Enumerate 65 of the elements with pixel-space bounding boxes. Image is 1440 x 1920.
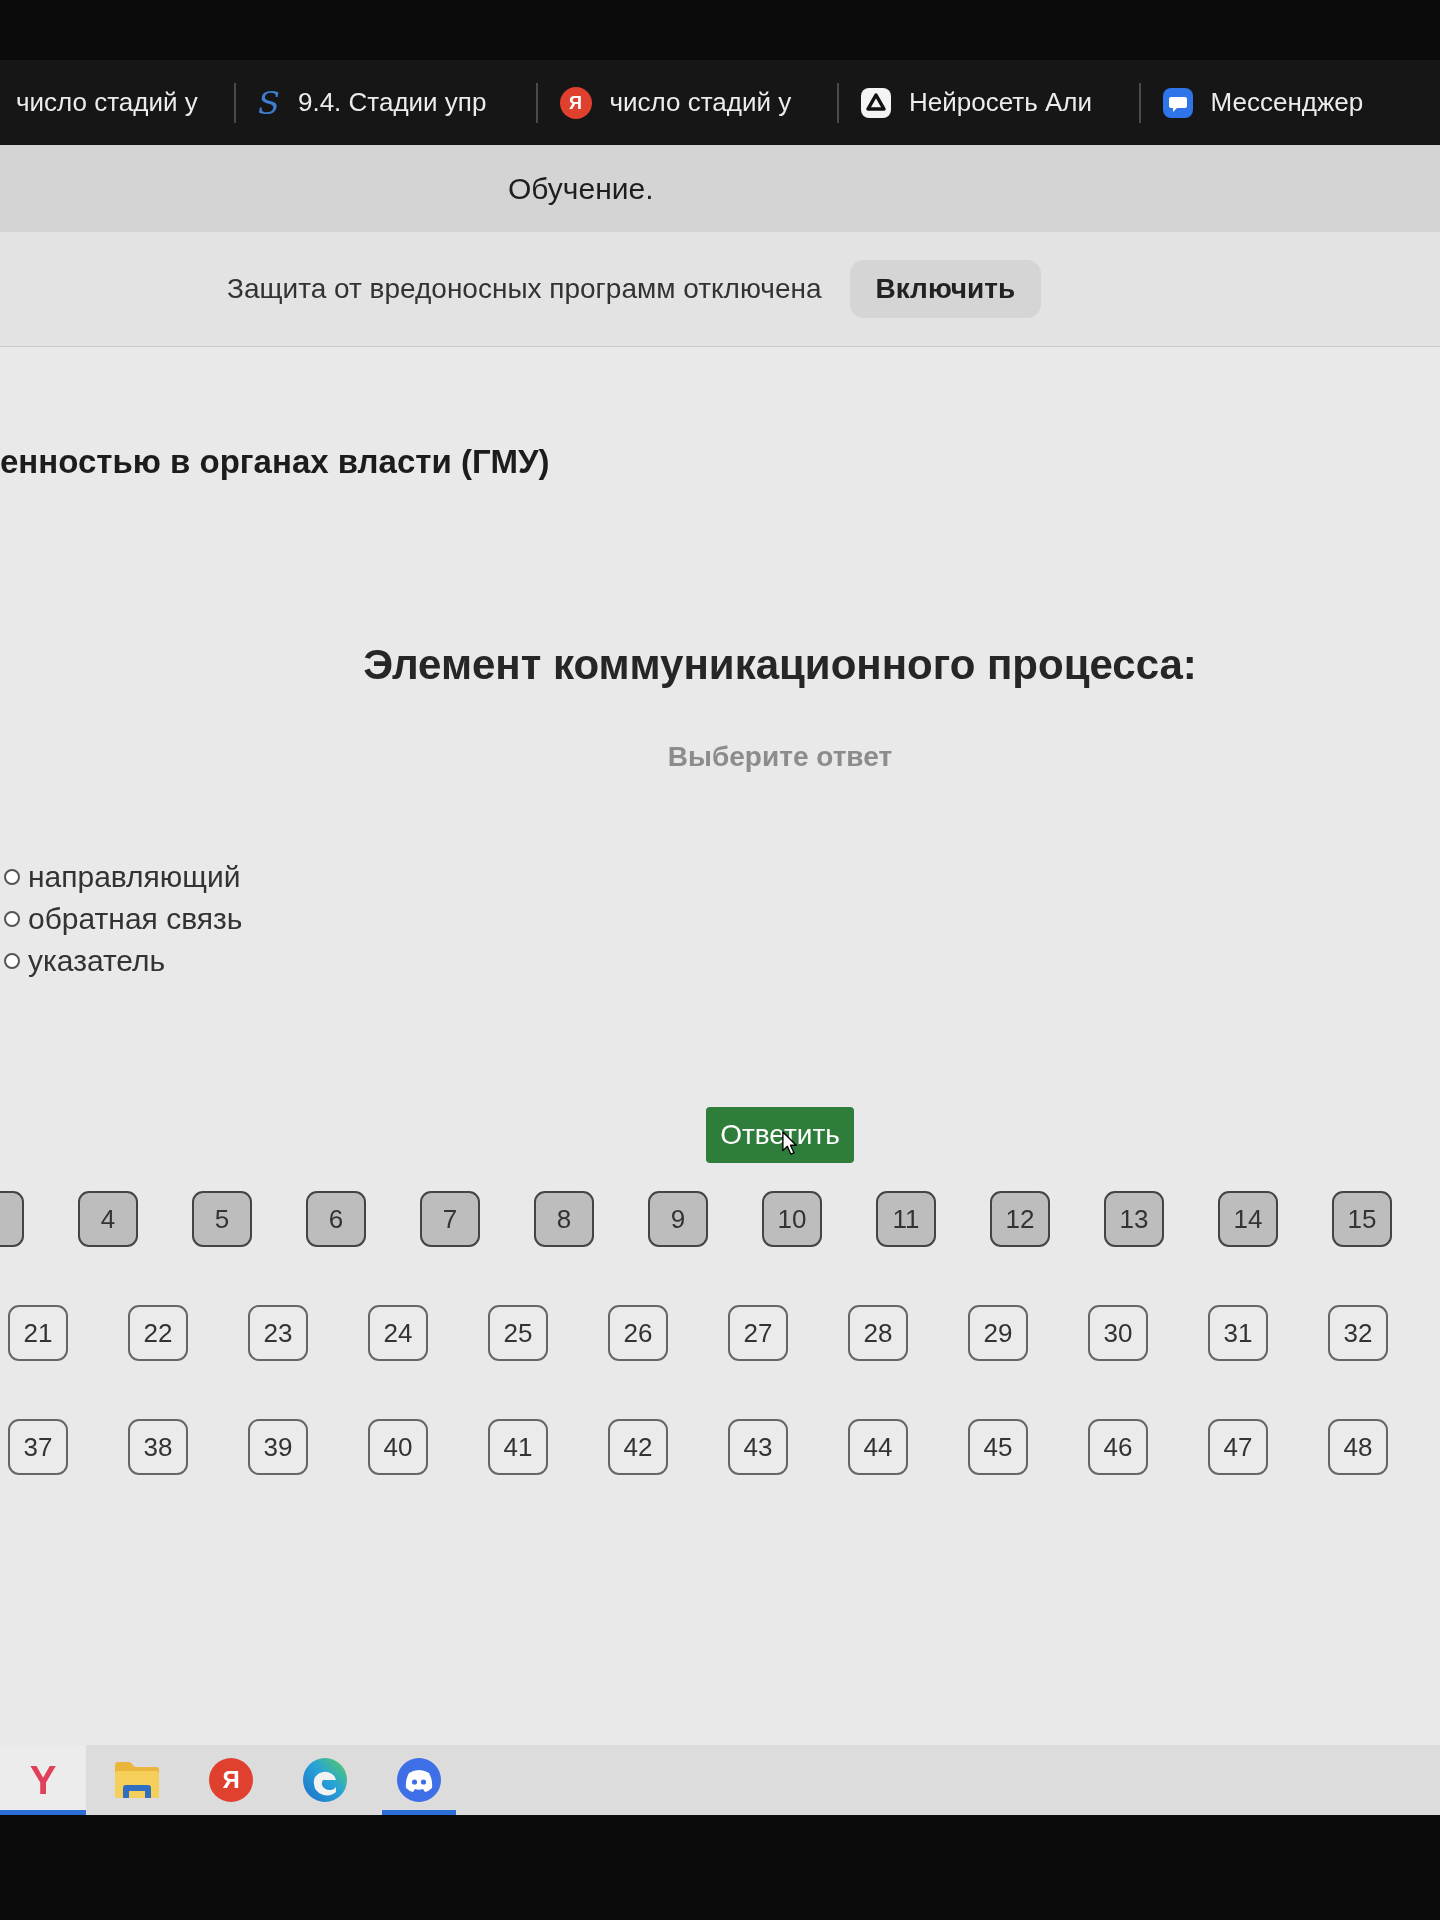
answer-option[interactable]: указатель bbox=[4, 943, 166, 979]
browser-tab[interactable]: S 9.4. Стадии упр bbox=[236, 69, 536, 136]
answer-option[interactable]: обратная связь bbox=[4, 901, 243, 937]
question-number-button[interactable]: 23 bbox=[248, 1305, 308, 1361]
question-number-button[interactable]: 27 bbox=[728, 1305, 788, 1361]
question-number-button[interactable]: 7 bbox=[420, 1191, 480, 1247]
question-number-button[interactable]: 41 bbox=[488, 1419, 548, 1475]
instruction-text: Выберите ответ bbox=[667, 741, 893, 773]
question-number-button[interactable]: 42 bbox=[608, 1419, 668, 1475]
question-number-button[interactable]: 22 bbox=[128, 1305, 188, 1361]
question-number-button[interactable]: 39 bbox=[248, 1419, 308, 1475]
browser-tab[interactable]: число стадий у bbox=[0, 69, 235, 136]
question-number-button[interactable]: 47 bbox=[1208, 1419, 1268, 1475]
submit-button[interactable]: Ответить bbox=[706, 1107, 854, 1163]
chat-bubble-icon bbox=[1162, 87, 1193, 118]
question-number-button[interactable]: 44 bbox=[848, 1419, 908, 1475]
swirl-icon bbox=[303, 1758, 347, 1802]
question-number-button[interactable]: 24 bbox=[368, 1305, 428, 1361]
game-controller-icon bbox=[397, 1758, 441, 1802]
question-text: Элемент коммуникационного процесса: bbox=[363, 641, 1197, 689]
question-number-button[interactable]: 26 bbox=[608, 1305, 668, 1361]
question-number-button[interactable]: 37 bbox=[8, 1419, 68, 1475]
question-number-button[interactable]: 21 bbox=[8, 1305, 68, 1361]
question-number-button[interactable]: 31 bbox=[1208, 1305, 1268, 1361]
logo-letter: Y bbox=[29, 1760, 57, 1800]
radio-button[interactable] bbox=[4, 953, 20, 969]
browser-tab[interactable]: Я число стадий у bbox=[537, 69, 838, 136]
question-number-button[interactable]: 5 bbox=[192, 1191, 252, 1247]
question-number-button[interactable]: 6 bbox=[306, 1191, 366, 1247]
question-number-button[interactable]: 46 bbox=[1088, 1419, 1148, 1475]
question-number-button[interactable]: 45 bbox=[968, 1419, 1028, 1475]
triangle-ring-icon bbox=[861, 87, 892, 118]
question-number-button[interactable]: 43 bbox=[728, 1419, 788, 1475]
radio-button[interactable] bbox=[4, 911, 20, 927]
question-number-button[interactable]: 29 bbox=[968, 1305, 1028, 1361]
question-number-button[interactable]: 28 bbox=[848, 1305, 908, 1361]
radio-button[interactable] bbox=[4, 869, 20, 885]
question-number-button[interactable]: 25 bbox=[488, 1305, 548, 1361]
enable-button[interactable]: Включить bbox=[849, 260, 1042, 318]
question-number-button[interactable]: 8 bbox=[534, 1191, 594, 1247]
question-number-button[interactable]: 40 bbox=[368, 1419, 428, 1475]
question-number-button[interactable]: 15 bbox=[1332, 1191, 1392, 1247]
question-number-button[interactable]: 38 bbox=[128, 1419, 188, 1475]
question-number-button[interactable]: 11 bbox=[876, 1191, 936, 1247]
answer-option[interactable]: направляющий bbox=[4, 859, 241, 895]
logo-letter: S bbox=[258, 86, 280, 119]
browser-tab[interactable]: Мессенджер bbox=[1140, 69, 1440, 136]
logo-badge: Я bbox=[559, 86, 592, 119]
question-number-button[interactable]: 4 bbox=[78, 1191, 138, 1247]
question-number-button[interactable]: 12 bbox=[990, 1191, 1050, 1247]
question-number-button[interactable]: 10 bbox=[762, 1191, 822, 1247]
folder-icon bbox=[115, 1762, 159, 1798]
question-number-button[interactable]: 13 bbox=[1104, 1191, 1164, 1247]
question-number-button[interactable]: 9 bbox=[648, 1191, 708, 1247]
logo-badge: Я bbox=[209, 1758, 253, 1802]
question-number-button[interactable]: 48 bbox=[1328, 1419, 1388, 1475]
browser-tab[interactable]: Нейросеть Али bbox=[839, 69, 1139, 136]
notification-text: Защита от вредоносных программ отключена bbox=[227, 273, 822, 305]
taskbar-button[interactable]: Я bbox=[188, 1745, 274, 1815]
question-number-button[interactable]: 14 bbox=[1218, 1191, 1278, 1247]
question-number-button[interactable]: 30 bbox=[1088, 1305, 1148, 1361]
course-heading: енностью в органах власти (ГМУ) bbox=[0, 443, 550, 481]
question-number-button[interactable]: 32 bbox=[1328, 1305, 1388, 1361]
page-title: Обучение. bbox=[508, 171, 654, 206]
taskbar-button[interactable]: Y bbox=[0, 1745, 86, 1815]
